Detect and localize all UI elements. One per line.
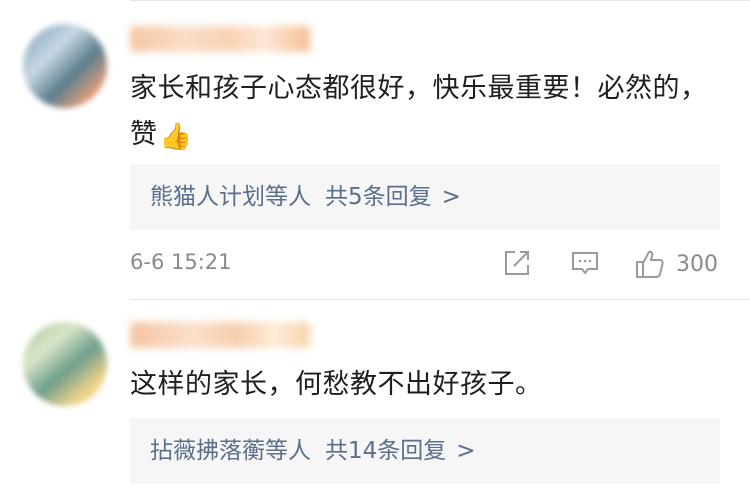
- reply-count: 共14条回复: [325, 438, 447, 464]
- chevron-right-icon: >: [456, 438, 476, 464]
- comment-item: 这样的家长，何愁教不出好孩子。 拈薇拂落蘅等人 共14条回复 >: [0, 300, 750, 502]
- replies-summary[interactable]: 拈薇拂落蘅等人 共14条回复 >: [130, 418, 720, 484]
- comment-text-body: 这样的家长，何愁教不出好孩子。: [130, 369, 543, 400]
- comment-text: 家长和孩子心态都很好，快乐最重要！必然的，赞👍: [130, 66, 720, 160]
- reply-users: 拈薇拂落蘅等人: [150, 438, 311, 464]
- avatar[interactable]: [23, 24, 107, 108]
- comment-item: 家长和孩子心态都很好，快乐最重要！必然的，赞👍 熊猫人计划等人 共5条回复 > 6-…: [0, 0, 750, 300]
- username-blurred[interactable]: [130, 322, 310, 348]
- reply-count: 共5条回复: [325, 184, 432, 210]
- comment-text-body: 家长和孩子心态都很好，快乐最重要！必然的，赞: [130, 73, 708, 150]
- replies-summary[interactable]: 熊猫人计划等人 共5条回复 >: [130, 164, 720, 230]
- like-count: 300: [676, 251, 718, 277]
- thumbs-up-emoji-icon: 👍: [159, 122, 193, 152]
- comment-timestamp: 6-6 15:21: [130, 250, 232, 274]
- chevron-right-icon: >: [441, 184, 461, 210]
- avatar[interactable]: [23, 322, 107, 406]
- comment-button[interactable]: [570, 248, 600, 282]
- like-button[interactable]: 300: [634, 248, 718, 280]
- share-button[interactable]: [502, 248, 532, 282]
- comment-text: 这样的家长，何愁教不出好孩子。: [130, 362, 720, 408]
- reply-users: 熊猫人计划等人: [150, 184, 311, 210]
- username-blurred[interactable]: [130, 26, 310, 52]
- share-icon: [505, 251, 529, 275]
- like-icon: [636, 250, 664, 278]
- comment-icon: [572, 252, 598, 275]
